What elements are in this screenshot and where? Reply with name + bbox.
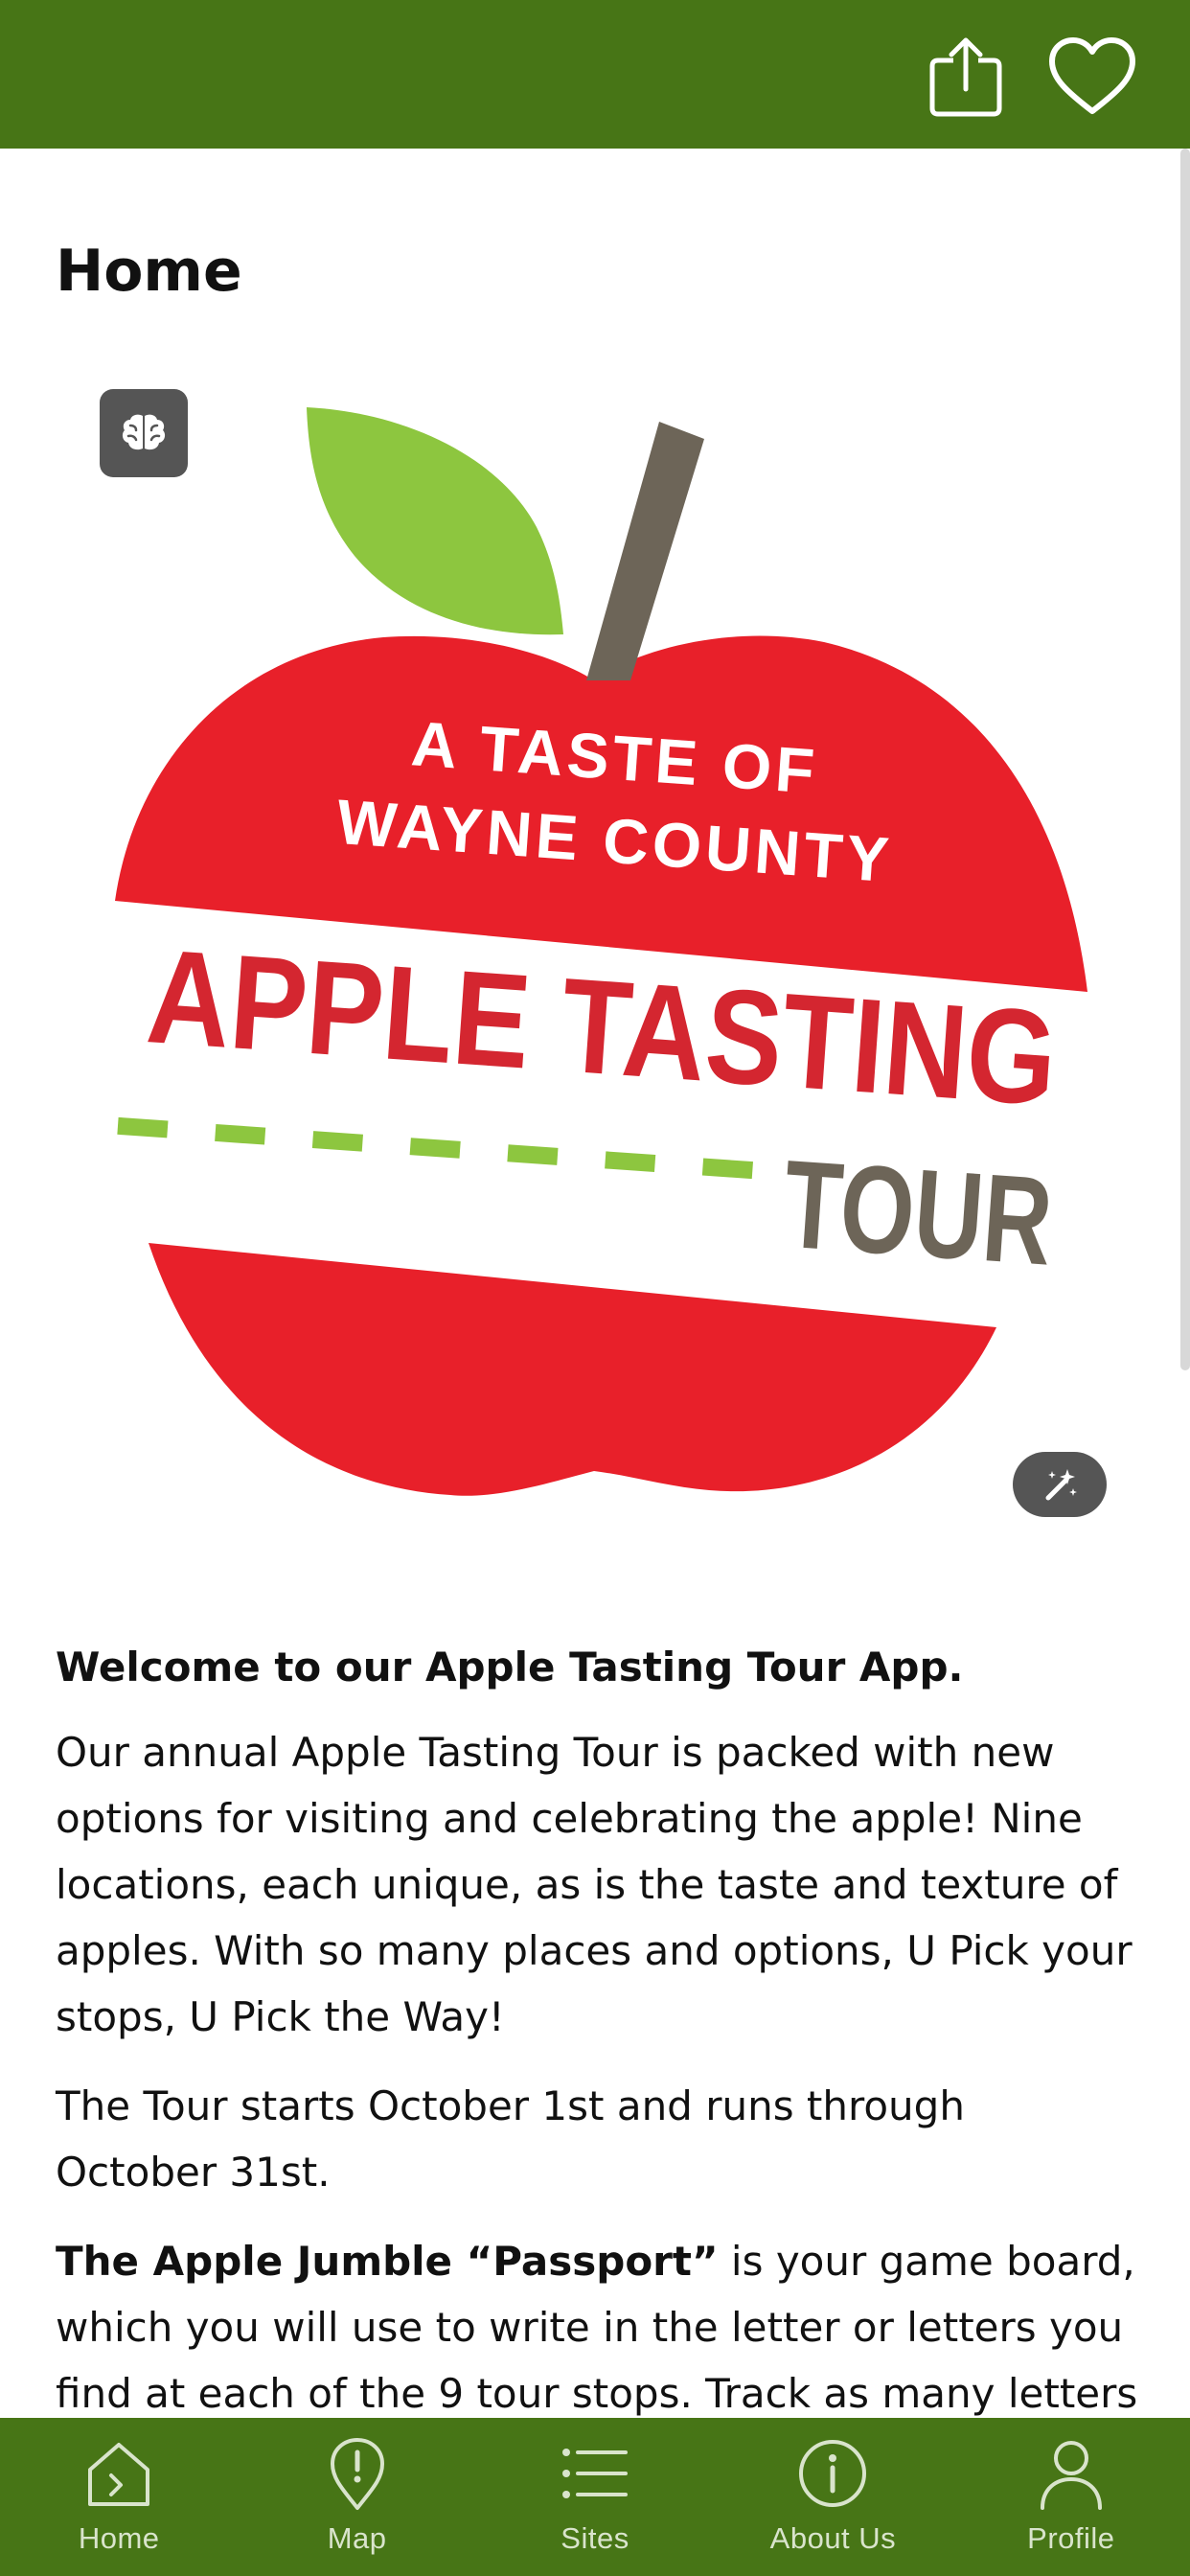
welcome-heading: Welcome to our Apple Tasting Tour App.	[56, 1644, 964, 1690]
nav-item-map[interactable]: Map	[238, 2418, 475, 2576]
apple-tasting-tour-logo: A TASTE OF WAYNE COUNTY APPLE TASTING TO…	[0, 364, 1190, 1552]
ai-brain-button[interactable]	[100, 389, 188, 477]
dates-paragraph: The Tour starts October 1st and runs thr…	[56, 2082, 965, 2196]
nav-label-about-us: About Us	[769, 2521, 897, 2555]
article-content: Welcome to our Apple Tasting Tour App. O…	[56, 1634, 1138, 2450]
top-bar	[0, 0, 1190, 149]
nav-item-about-us[interactable]: About Us	[714, 2418, 951, 2576]
brain-icon	[122, 414, 166, 450]
favorite-button[interactable]	[1044, 29, 1140, 125]
nav-item-sites[interactable]: Sites	[476, 2418, 714, 2576]
share-icon	[929, 37, 1002, 117]
page-title: Home	[56, 238, 242, 305]
intro-paragraph: Our annual Apple Tasting Tour is packed …	[56, 1729, 1133, 2040]
map-pin-icon	[330, 2438, 384, 2510]
nav-label-profile: Profile	[1027, 2521, 1115, 2555]
heart-icon	[1049, 37, 1135, 114]
info-icon	[799, 2440, 867, 2507]
magic-wand-icon	[1045, 1469, 1077, 1501]
bottom-nav: Home Map Sites About Us Profile	[0, 2418, 1190, 2576]
nav-label-home: Home	[78, 2521, 160, 2555]
passport-bold-text: The Apple Jumble “Passport”	[56, 2238, 719, 2285]
profile-icon	[1040, 2441, 1102, 2510]
list-icon	[562, 2449, 629, 2498]
share-button[interactable]	[918, 29, 1014, 125]
magic-wand-button[interactable]	[1013, 1452, 1107, 1517]
nav-item-profile[interactable]: Profile	[952, 2418, 1190, 2576]
passport-paragraph: The Apple Jumble “Passport” is your game…	[56, 2228, 1138, 2426]
nav-label-map: Map	[327, 2521, 387, 2555]
nav-item-home[interactable]: Home	[0, 2418, 238, 2576]
nav-label-sites: Sites	[561, 2521, 629, 2555]
apple-logo-image: A TASTE OF WAYNE COUNTY APPLE TASTING TO…	[115, 407, 1087, 1496]
home-icon	[88, 2443, 150, 2506]
logo-line-4: TOUR	[779, 1134, 1057, 1292]
